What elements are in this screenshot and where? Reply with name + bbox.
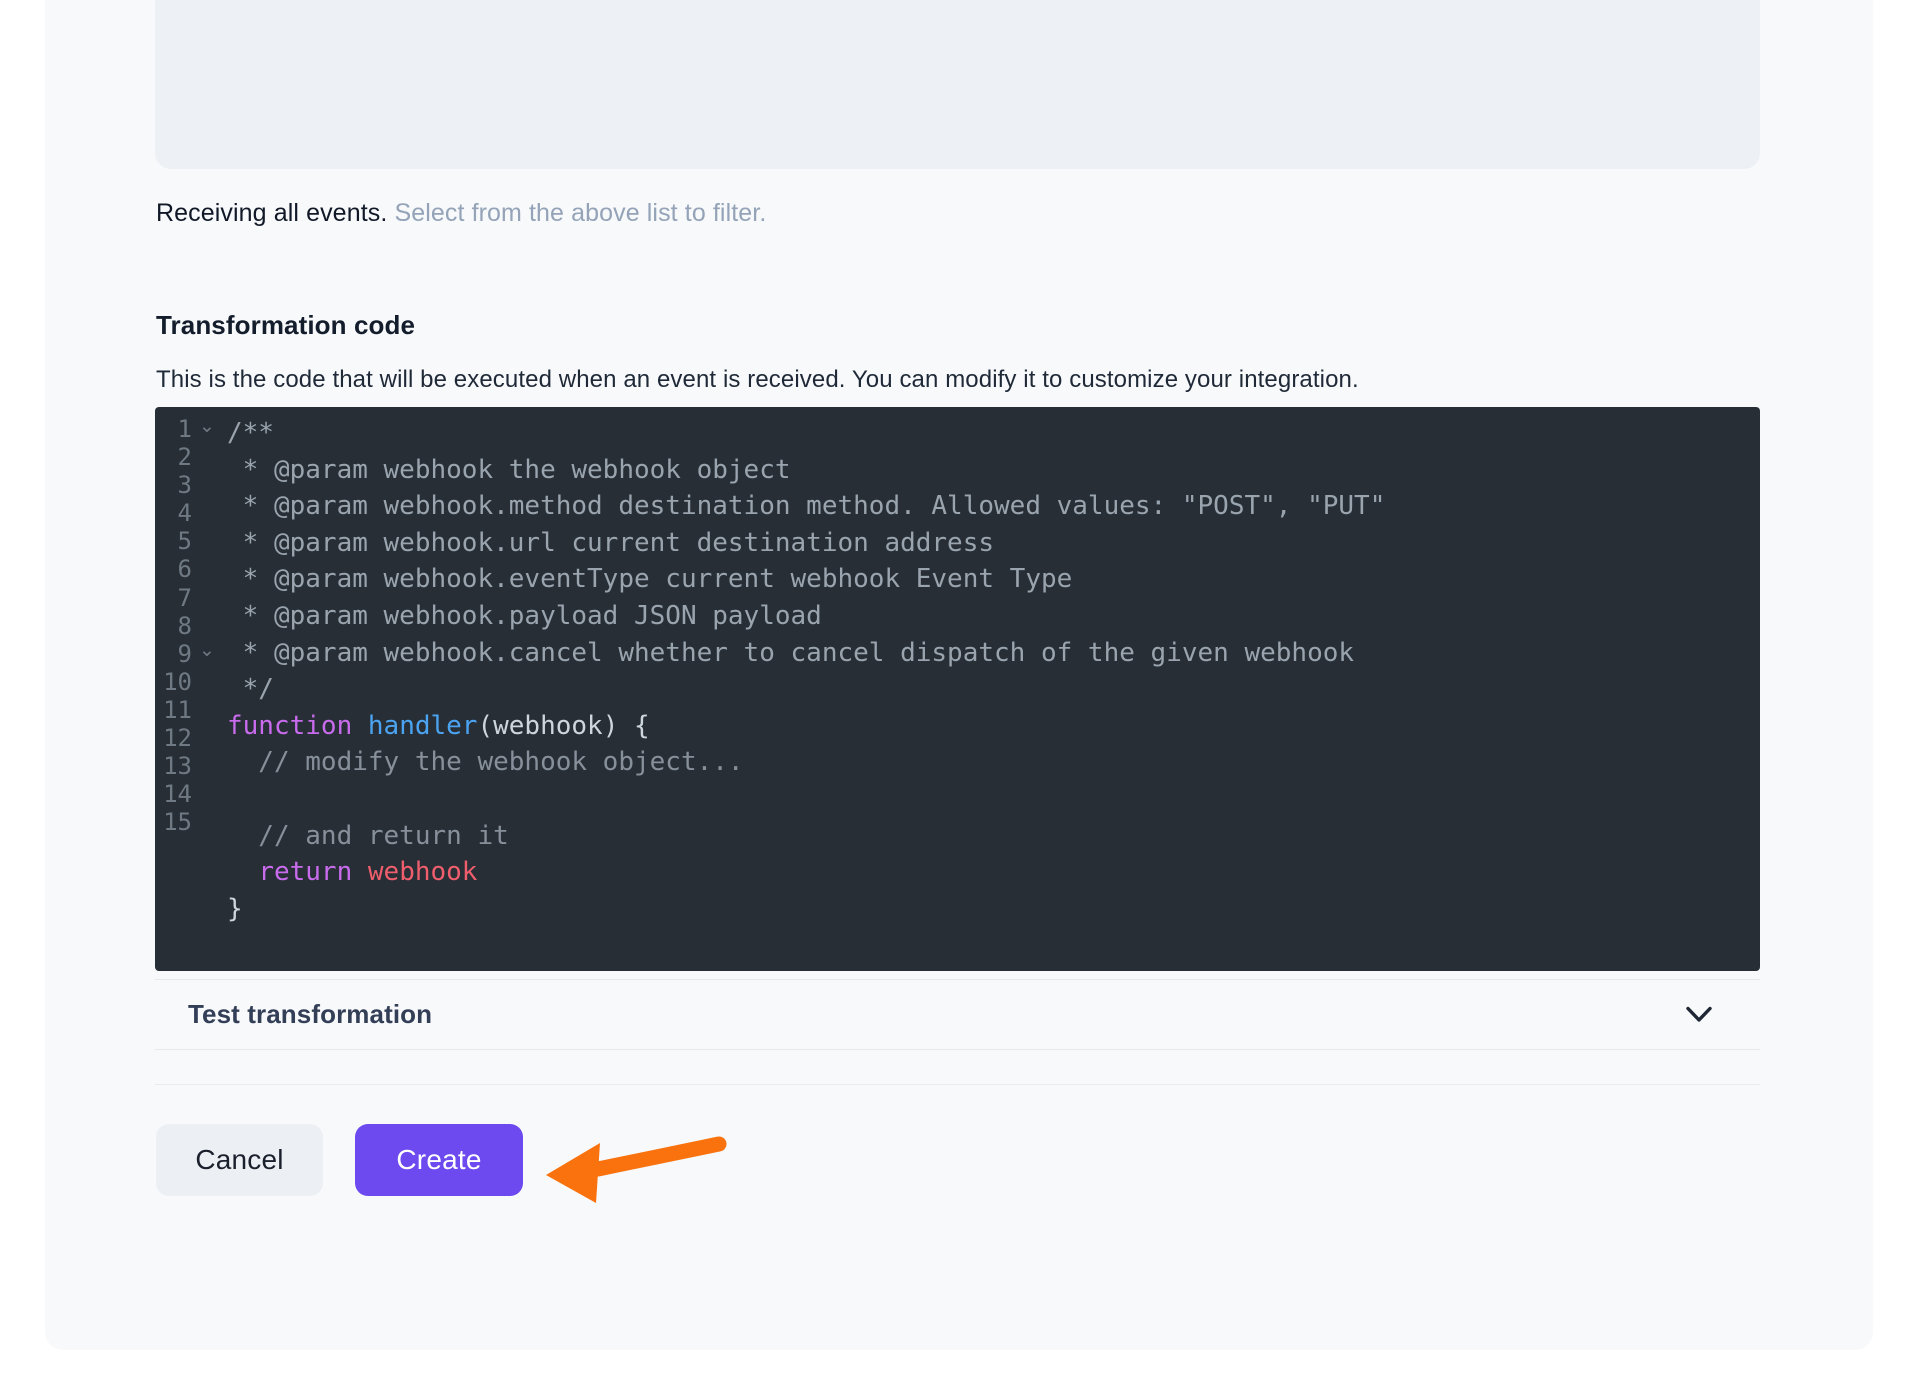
gutter-row: 11 (155, 696, 222, 724)
gutter-row: 8 (155, 612, 222, 640)
gutter-row: 15 (155, 808, 222, 836)
line-number: 14 (155, 780, 192, 808)
code-line: function handler(webhook) { (227, 708, 1760, 745)
gutter-row: 5 (155, 527, 222, 555)
code-line: // and return it (227, 818, 1760, 855)
line-number: 3 (155, 471, 192, 499)
chevron-down-icon[interactable] (1686, 1006, 1712, 1023)
code-line: * @param webhook.method destination meth… (227, 488, 1760, 525)
code-line: /** (227, 415, 1760, 452)
test-transformation-toggle[interactable]: Test transformation (155, 979, 1760, 1050)
filter-status-secondary: Select from the above list to filter. (394, 199, 766, 227)
annotation-arrow-left-icon (542, 1131, 732, 1211)
code-line: * @param webhook.eventType current webho… (227, 561, 1760, 598)
gutter-row: 3 (155, 471, 222, 499)
line-number: 10 (155, 668, 192, 696)
line-number: 8 (155, 612, 192, 640)
code-line: // modify the webhook object... (227, 744, 1760, 781)
test-transformation-label: Test transformation (188, 999, 432, 1030)
code-line (227, 927, 1760, 964)
line-number: 4 (155, 499, 192, 527)
gutter-row: 9⌄ (155, 640, 222, 668)
code-line: * @param webhook the webhook object (227, 452, 1760, 489)
content-card: Receiving all events. Select from the ab… (45, 0, 1873, 1350)
gutter-row: 14 (155, 780, 222, 808)
section-divider (155, 1084, 1760, 1085)
gutter-row: 1⌄ (155, 415, 222, 443)
transformation-code-heading: Transformation code (156, 310, 415, 341)
line-number: 6 (155, 555, 192, 583)
code-line: */ (227, 671, 1760, 708)
cancel-button[interactable]: Cancel (156, 1124, 323, 1196)
gutter-row: 2 (155, 443, 222, 471)
fold-chevron-icon[interactable]: ⌄ (192, 641, 222, 660)
filter-status-primary: Receiving all events. (156, 199, 387, 227)
line-number: 11 (155, 696, 192, 724)
line-number: 5 (155, 527, 192, 555)
gutter-row: 10 (155, 668, 222, 696)
code-line: * @param webhook.cancel whether to cance… (227, 635, 1760, 672)
line-number: 9 (155, 640, 192, 668)
code-line: } (227, 891, 1760, 928)
gutter-row: 13 (155, 752, 222, 780)
code-line: * @param webhook.payload JSON payload (227, 598, 1760, 635)
code-line (227, 781, 1760, 818)
gutter-row: 7 (155, 584, 222, 612)
editor-gutter: 1⌄23456789⌄101112131415 (155, 415, 222, 836)
line-number: 7 (155, 584, 192, 612)
line-number: 1 (155, 415, 192, 443)
line-number: 12 (155, 724, 192, 752)
code-line: return webhook (227, 854, 1760, 891)
line-number: 2 (155, 443, 192, 471)
line-number: 13 (155, 752, 192, 780)
line-number: 15 (155, 808, 192, 836)
editor-code[interactable]: /** * @param webhook the webhook object … (227, 415, 1760, 964)
code-line: * @param webhook.url current destination… (227, 525, 1760, 562)
gutter-row: 12 (155, 724, 222, 752)
event-types-list-panel[interactable] (155, 0, 1760, 169)
event-filter-status: Receiving all events. Select from the ab… (156, 197, 766, 229)
transformation-code-description: This is the code that will be executed w… (156, 366, 1359, 394)
fold-chevron-icon[interactable]: ⌄ (192, 417, 222, 436)
gutter-row: 6 (155, 555, 222, 583)
gutter-row: 4 (155, 499, 222, 527)
create-button[interactable]: Create (355, 1124, 523, 1196)
code-editor[interactable]: 1⌄23456789⌄101112131415 /** * @param web… (155, 407, 1760, 971)
